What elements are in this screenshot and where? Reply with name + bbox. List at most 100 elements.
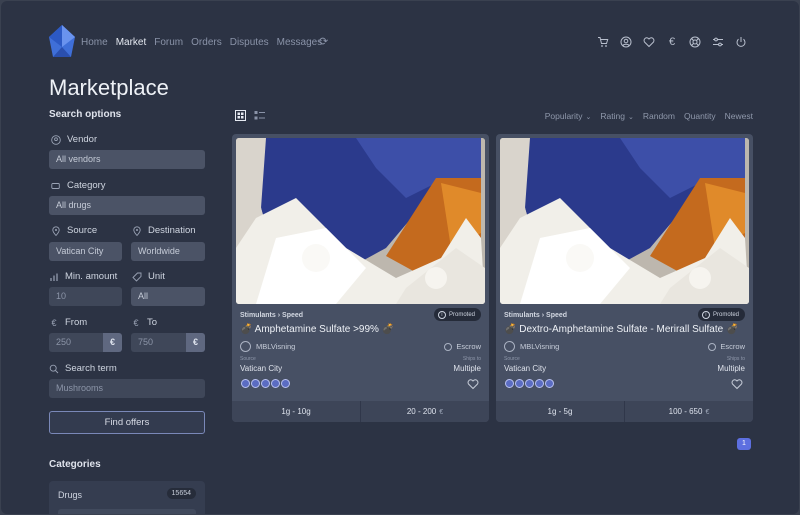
- ships-to-value: Multiple: [453, 364, 481, 373]
- rating-pill-icon: [535, 379, 544, 388]
- from-label: € From: [49, 317, 87, 328]
- source-select[interactable]: Vatican City: [49, 242, 122, 261]
- product-name[interactable]: 💣 Dextro-Amphetamine Sulfate - Merirall …: [504, 324, 738, 335]
- source-label: Source: [51, 225, 97, 236]
- top-bar: Home Market Forum Orders Disputes Messag…: [1, 1, 799, 61]
- rating-pill-icon: [251, 379, 260, 388]
- vendor-select[interactable]: All vendors: [49, 150, 205, 169]
- listing-card[interactable]: Stimulants › Speed i Promoted 💣 Dextro-Am…: [496, 134, 753, 422]
- rating-pill-icon: [261, 379, 270, 388]
- rating-pills: [241, 379, 290, 388]
- categories-list: Drugs 15654: [49, 481, 205, 514]
- sort-random[interactable]: Random: [643, 111, 675, 121]
- breadcrumb-subcategory[interactable]: Speed: [546, 312, 567, 319]
- source-value: Vatican City: [240, 364, 283, 373]
- info-icon: i: [437, 310, 446, 319]
- ships-to-value: Multiple: [717, 364, 745, 373]
- favorite-heart-icon[interactable]: [467, 378, 479, 390]
- euro-icon: €: [133, 317, 139, 328]
- product-name[interactable]: 💣 Amphetamine Sulfate >99% 💣: [240, 324, 394, 335]
- search-term-label: Search term: [49, 363, 117, 374]
- search-term-input[interactable]: Mushrooms: [49, 379, 205, 398]
- promoted-badge: i Promoted: [433, 308, 481, 321]
- product-image[interactable]: [500, 138, 749, 304]
- sort-newest[interactable]: Newest: [725, 111, 753, 121]
- logo-icon[interactable]: [49, 25, 75, 57]
- sort-quantity[interactable]: Quantity: [684, 111, 716, 121]
- find-offers-button[interactable]: Find offers: [49, 411, 205, 434]
- settings-icon[interactable]: [712, 36, 724, 48]
- price-range[interactable]: 20 - 200 €: [361, 401, 489, 422]
- rating-pill-icon: [525, 379, 534, 388]
- pagination-page-1[interactable]: 1: [737, 438, 751, 450]
- search-icon: [49, 364, 59, 374]
- product-image[interactable]: [236, 138, 485, 304]
- card-footer: 1g - 5g 100 - 650 €: [496, 401, 753, 422]
- amount-range[interactable]: 1g - 5g: [496, 401, 625, 422]
- listing-card[interactable]: Stimulants › Speed i Promoted 💣 Amphetami…: [232, 134, 489, 422]
- currency-addon: €: [186, 333, 205, 352]
- euro-icon[interactable]: €: [666, 36, 678, 48]
- unit-select[interactable]: All: [131, 287, 205, 306]
- nav-home[interactable]: Home: [81, 37, 108, 48]
- vendor-link[interactable]: MBLVisning: [240, 341, 295, 352]
- location-pin-icon: [51, 225, 61, 236]
- source-key: Source: [504, 356, 520, 362]
- rating-pill-icon: [515, 379, 524, 388]
- search-options-title: Search options: [49, 109, 122, 120]
- chevron-down-icon: ⌄: [627, 114, 634, 121]
- sort-options: Popularity ⌄ Rating ⌄ Random Quantity Newe…: [545, 111, 753, 121]
- breadcrumb: Stimulants › Speed: [504, 312, 567, 319]
- info-icon: i: [701, 310, 710, 319]
- power-icon[interactable]: [735, 36, 747, 48]
- amount-range[interactable]: 1g - 10g: [232, 401, 361, 422]
- chevron-down-icon: ⌄: [585, 114, 592, 121]
- min-amount-label: Min. amount: [49, 271, 117, 282]
- ships-to-key: Ships to: [462, 356, 481, 362]
- user-icon[interactable]: [620, 36, 632, 48]
- nav-disputes[interactable]: Disputes: [230, 37, 269, 48]
- source-value: Vatican City: [504, 364, 547, 373]
- refresh-icon[interactable]: ⟳: [319, 36, 331, 48]
- cart-icon[interactable]: [597, 36, 609, 48]
- price-to-input[interactable]: 750: [131, 333, 186, 352]
- price-range[interactable]: 100 - 650 €: [625, 401, 753, 422]
- nav-forum[interactable]: Forum: [154, 37, 183, 48]
- heart-icon[interactable]: [643, 36, 655, 48]
- breadcrumb-category[interactable]: Stimulants: [240, 312, 276, 319]
- category-count-badge: 15654: [166, 488, 196, 499]
- main-nav: Home Market Forum Orders Disputes Messag…: [81, 37, 322, 48]
- unit-label: Unit: [132, 271, 165, 282]
- tag-icon: [51, 181, 61, 191]
- info-icon: [444, 342, 453, 351]
- category-select[interactable]: All drugs: [49, 196, 205, 215]
- nav-messages[interactable]: Messages: [277, 37, 323, 48]
- list-view-icon[interactable]: [254, 110, 265, 121]
- sort-popularity[interactable]: Popularity ⌄: [545, 111, 592, 121]
- breadcrumb-subcategory[interactable]: Speed: [282, 312, 303, 319]
- page-title: Marketplace: [49, 75, 169, 100]
- categories-title: Categories: [49, 459, 101, 470]
- nav-orders[interactable]: Orders: [191, 37, 222, 48]
- grid-view-icon[interactable]: [235, 110, 246, 121]
- min-amount-input[interactable]: 10: [49, 287, 122, 306]
- breadcrumb-category[interactable]: Stimulants: [504, 312, 540, 319]
- nav-market[interactable]: Market: [116, 37, 147, 48]
- user-icon: [51, 134, 61, 145]
- support-icon[interactable]: [689, 36, 701, 48]
- favorite-heart-icon[interactable]: [731, 378, 743, 390]
- price-from-input[interactable]: 250: [49, 333, 103, 352]
- escrow-info: Escrow: [708, 342, 745, 351]
- escrow-info: Escrow: [444, 342, 481, 351]
- rating-pill-icon: [241, 379, 250, 388]
- bar-chart-icon: [49, 272, 59, 282]
- category-item-drugs[interactable]: Drugs: [58, 490, 82, 500]
- card-footer: 1g - 10g 20 - 200 €: [232, 401, 489, 422]
- ships-to-key: Ships to: [726, 356, 745, 362]
- vendor-link[interactable]: MBLVisning: [504, 341, 559, 352]
- destination-label: Destination: [132, 225, 196, 236]
- category-subitem[interactable]: [58, 509, 196, 514]
- destination-select[interactable]: Worldwide: [131, 242, 205, 261]
- header-icons: €: [597, 36, 747, 48]
- sort-rating[interactable]: Rating ⌄: [600, 111, 633, 121]
